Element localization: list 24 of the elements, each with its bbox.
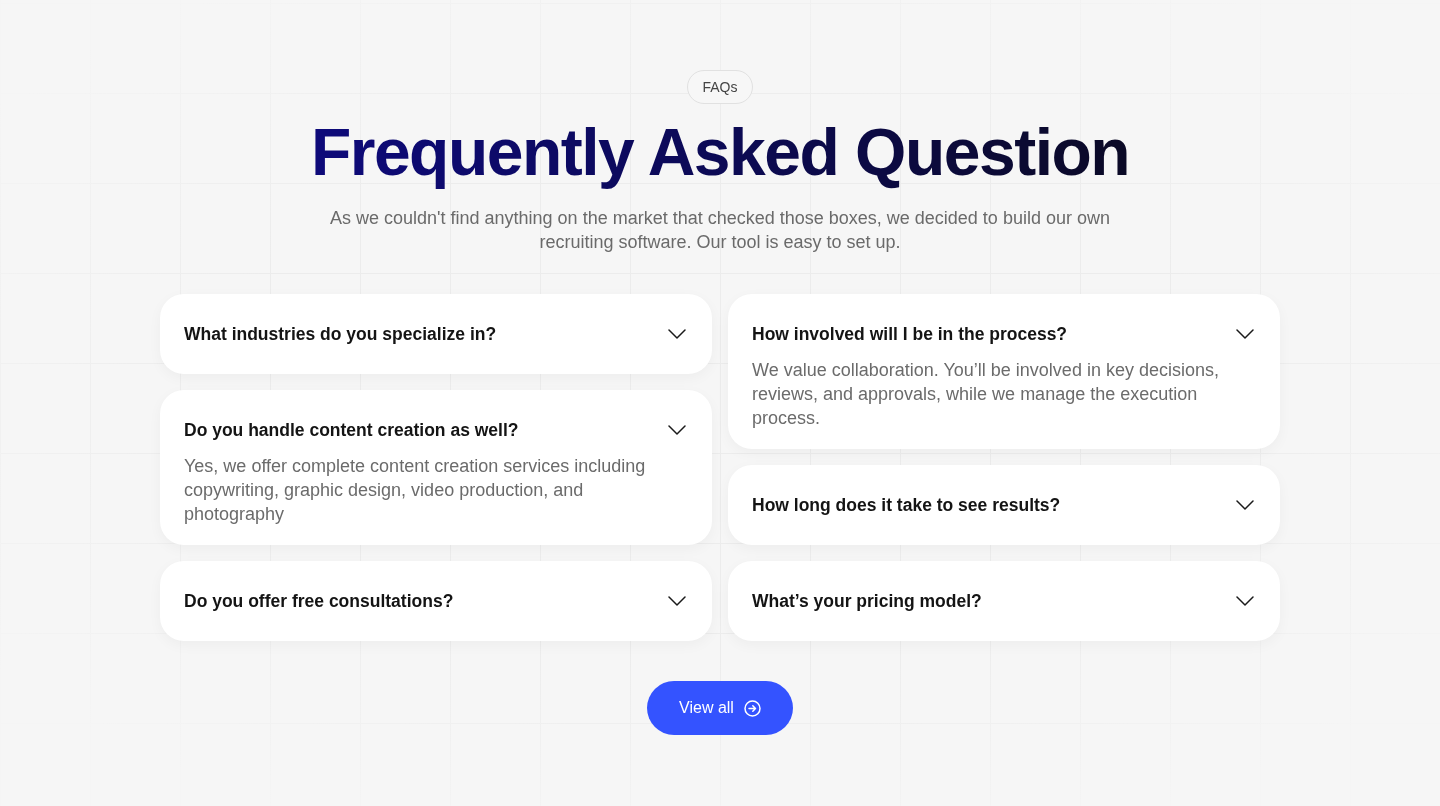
faq-card[interactable]: What industries do you specialize in?: [160, 294, 712, 374]
faq-question: Do you offer free consultations?: [184, 590, 454, 613]
faq-card[interactable]: Do you offer free consultations?: [160, 561, 712, 641]
faq-question: How long does it take to see results?: [752, 494, 1061, 517]
faq-answer: We value collaboration. You’ll be involved in key decisions, reviews, and approvals, while we manage the execution process.: [752, 359, 1220, 430]
faq-card[interactable]: What’s your pricing model?: [728, 561, 1280, 641]
faq-answer: Yes, we offer complete content creation services including copywriting, graphic design, video production, and photography: [184, 455, 647, 526]
chevron-down-icon[interactable]: [668, 329, 686, 339]
chevron-down-icon[interactable]: [1236, 329, 1254, 339]
view-all-button[interactable]: View all: [647, 681, 793, 735]
faq-question: What industries do you specialize in?: [184, 323, 497, 346]
section-subtitle: As we couldn't find anything on the market that checked those boxes, we decided to build our own recruiting software. Our tool is easy to set up.: [329, 207, 1111, 254]
faq-card[interactable]: How involved will I be in the process? We value collaboration. You’ll be involved in key decisions, reviews, and approvals, while we manage the execution process.: [728, 294, 1280, 449]
faq-question: What’s your pricing model?: [752, 590, 982, 613]
faq-tag: FAQs: [687, 70, 753, 104]
arrow-circle-right-icon: [743, 699, 761, 717]
chevron-down-icon[interactable]: [1236, 596, 1254, 606]
faq-card[interactable]: How long does it take to see results?: [728, 465, 1280, 545]
faq-card[interactable]: Do you handle content creation as well? Yes, we offer complete content creation services including copywriting, graphic design, video production, and photography: [160, 390, 712, 545]
chevron-down-icon[interactable]: [1236, 500, 1254, 510]
faq-question: How involved will I be in the process?: [752, 323, 1068, 346]
chevron-down-icon[interactable]: [668, 425, 686, 435]
faq-question: Do you handle content creation as well?: [184, 419, 519, 442]
chevron-down-icon[interactable]: [668, 596, 686, 606]
